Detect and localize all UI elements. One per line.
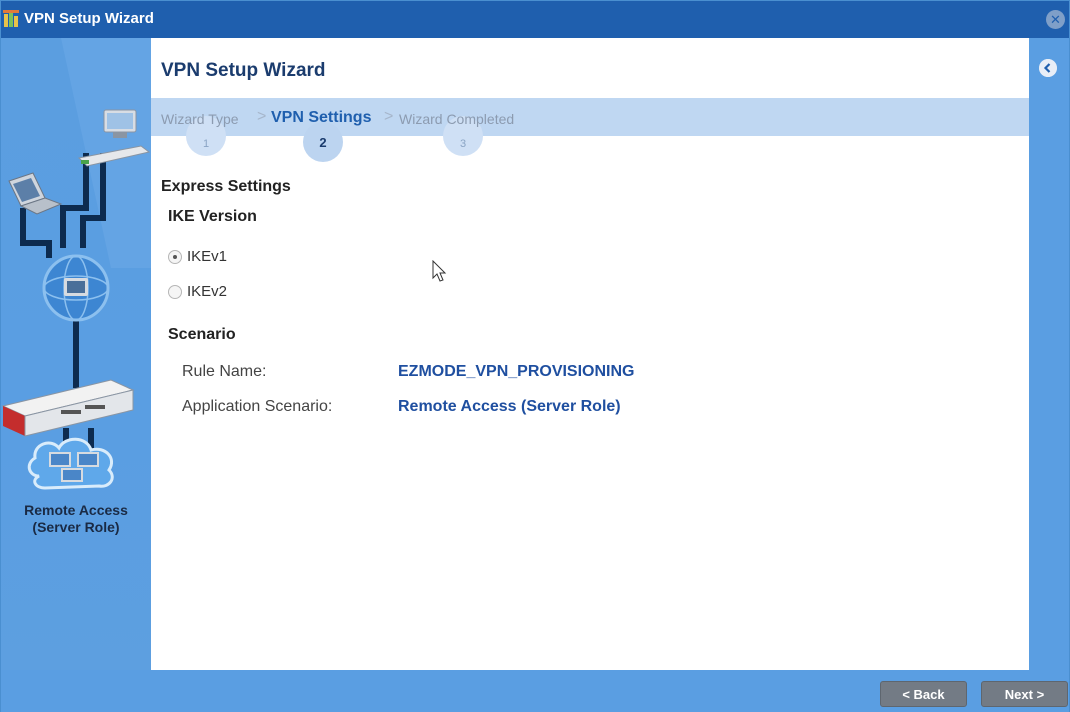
step-1-label: Wizard Type xyxy=(161,111,239,127)
step-3-label: Wizard Completed xyxy=(399,111,515,127)
wizard-footer: < Back Next > xyxy=(1,670,1069,712)
ikev1-option[interactable]: IKEv1 xyxy=(168,248,227,265)
next-button[interactable]: Next > xyxy=(981,681,1068,707)
rule-name-label: Rule Name: xyxy=(182,363,267,380)
rule-name-value: EZMODE_VPN_PROVISIONING xyxy=(398,363,635,380)
ikev2-label: IKEv2 xyxy=(187,283,228,300)
ikev2-option[interactable]: IKEv2 xyxy=(168,283,227,300)
step-separator-icon: > xyxy=(384,108,394,125)
scenario-caption-line1: Remote Access xyxy=(24,502,128,518)
page-title: VPN Setup Wizard xyxy=(161,60,326,81)
window-title: VPN Setup Wizard xyxy=(24,10,154,27)
express-settings-heading: Express Settings xyxy=(161,178,291,195)
ike-version-heading: IKE Version xyxy=(168,208,257,225)
application-scenario-label: Application Scenario: xyxy=(182,398,333,415)
scenario-caption-line2: (Server Role) xyxy=(32,519,120,535)
ikev1-radio[interactable] xyxy=(168,249,182,264)
wizard-window: VPN Setup Wizard ✕ Remote Access (Server… xyxy=(0,0,1070,712)
back-button[interactable]: < Back xyxy=(880,681,967,707)
application-scenario-value: Remote Access (Server Role) xyxy=(398,398,621,415)
step-2-label: VPN Settings xyxy=(271,109,372,126)
scenario-illustration-panel: Remote Access (Server Role) xyxy=(1,38,151,670)
ikev1-label: IKEv1 xyxy=(187,248,228,265)
wizard-icon xyxy=(3,10,19,27)
chevron-left-icon[interactable] xyxy=(1039,59,1057,77)
close-icon[interactable]: ✕ xyxy=(1046,10,1065,29)
step-separator-icon: > xyxy=(257,108,267,125)
title-bar: VPN Setup Wizard ✕ xyxy=(1,1,1069,38)
scenario-caption: Remote Access (Server Role) xyxy=(1,502,151,536)
ikev2-radio[interactable] xyxy=(168,284,182,299)
right-sidebar xyxy=(1029,38,1069,670)
network-diagram-illustration xyxy=(1,38,151,490)
mouse-pointer-icon xyxy=(432,260,447,282)
scenario-heading: Scenario xyxy=(168,326,236,343)
wizard-content: VPN Setup Wizard 1 2 3 Wizard Type > VPN… xyxy=(151,38,1029,670)
